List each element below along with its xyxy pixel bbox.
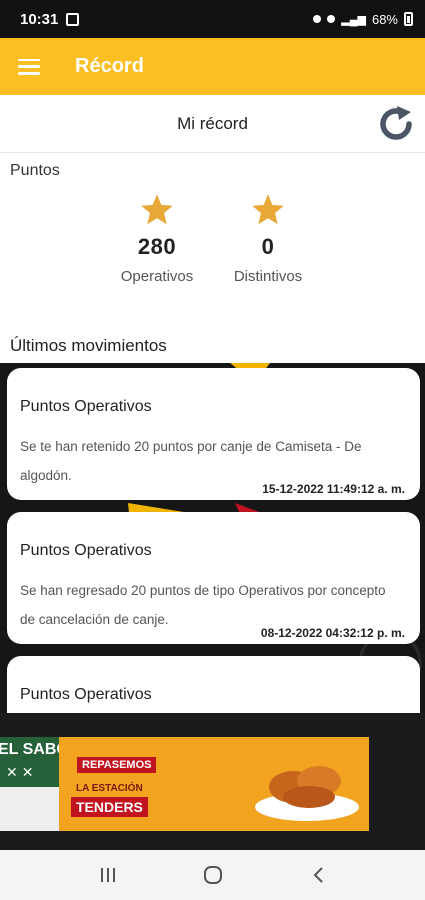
back-icon xyxy=(313,867,323,883)
movement-title: Puntos Operativos xyxy=(20,686,152,703)
alarm-icon xyxy=(313,15,322,23)
movement-card[interactable]: Puntos Operativos Se te han retenido 20 … xyxy=(7,368,420,500)
ad-tag-tenders: TENDERS xyxy=(71,797,148,817)
home-button[interactable] xyxy=(198,860,228,890)
movement-title: Puntos Operativos xyxy=(20,398,152,415)
star-icon xyxy=(252,194,284,225)
gallery-icon xyxy=(66,12,80,26)
back-button[interactable] xyxy=(303,860,333,890)
nav-bar xyxy=(0,850,425,900)
ad-left-text: EL SABO xyxy=(0,741,60,758)
signal-icon: ▂▄▆ xyxy=(341,13,366,26)
ad-left-image xyxy=(0,787,60,831)
ad-banner[interactable]: REPASEMOS LA ESTACIÓN TENDERS xyxy=(59,737,369,831)
home-icon xyxy=(203,866,222,884)
movement-card[interactable]: Puntos Operativos Se han regresado 20 pu… xyxy=(7,512,420,644)
points-label: Puntos xyxy=(10,162,60,179)
ad-tag-estacion: LA ESTACIÓN xyxy=(76,783,143,794)
sub-header: Mi récord xyxy=(0,95,425,153)
points-distintivos: 0 Distintivos xyxy=(218,192,318,285)
movement-date: 08-12-2022 04:32:12 p. m. xyxy=(260,626,405,640)
operativos-value: 280 xyxy=(137,234,177,259)
status-bar: 10:31 ▂▄▆ 68% xyxy=(0,0,425,38)
movement-card[interactable]: Puntos Operativos xyxy=(7,656,420,713)
ad-x-marks: ✕✕ xyxy=(6,764,38,780)
movements-list[interactable]: Puntos Operativos Se te han retenido 20 … xyxy=(0,363,425,713)
recents-icon xyxy=(100,868,115,882)
page-title: Récord xyxy=(75,55,144,77)
points-operativos: 280 Operativos xyxy=(107,192,207,285)
ad-left-panel[interactable]: EL SABO ✕✕ xyxy=(0,737,60,831)
ad-tag-repasemos: REPASEMOS xyxy=(77,757,157,773)
refresh-icon[interactable] xyxy=(375,103,417,145)
app-bar: Récord xyxy=(0,38,425,95)
distintivos-caption: Distintivos xyxy=(233,268,303,285)
wifi-icon xyxy=(327,15,336,23)
movement-date: 15-12-2022 11:49:12 a. m. xyxy=(262,482,405,496)
battery-icon xyxy=(404,12,413,26)
star-icon xyxy=(141,194,173,225)
ad-area: EL SABO ✕✕ REPASEMOS LA ESTACIÓN TENDERS xyxy=(0,713,425,850)
movement-title: Puntos Operativos xyxy=(20,542,152,559)
operativos-caption: Operativos xyxy=(120,268,194,285)
menu-icon[interactable] xyxy=(18,58,40,75)
distintivos-value: 0 xyxy=(261,234,275,259)
movements-label: Últimos movimientos xyxy=(10,336,167,355)
record-title: Mi récord xyxy=(177,113,248,133)
recents-button[interactable] xyxy=(93,860,123,890)
status-time: 10:31 xyxy=(20,10,59,28)
food-image xyxy=(255,766,359,821)
battery-percent: 68% xyxy=(371,11,398,27)
